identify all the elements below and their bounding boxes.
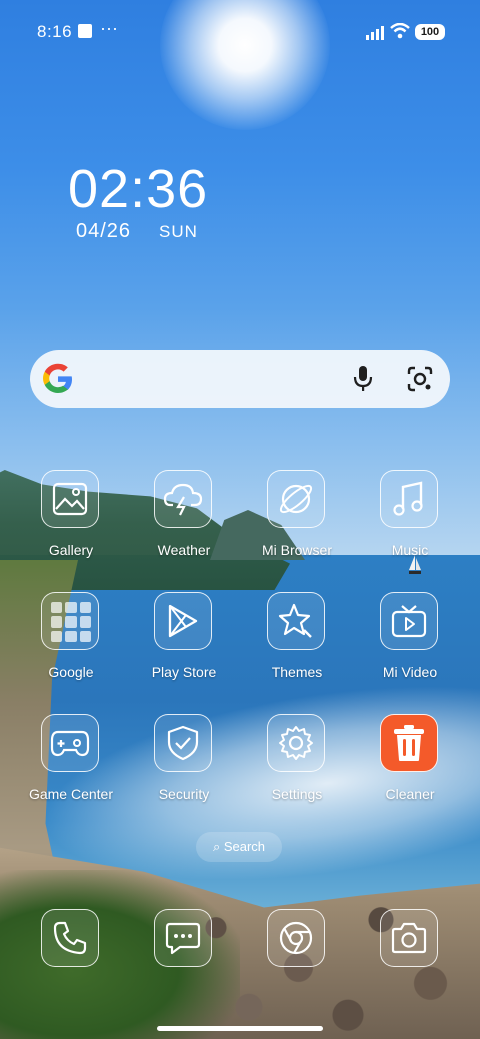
- themes-label: Themes: [271, 664, 323, 680]
- search-icon: ⌕: [212, 839, 221, 854]
- status-bar: 8:16 ··· 100: [0, 18, 480, 46]
- play-store-icon: [168, 604, 198, 638]
- weather-tile[interactable]: [154, 470, 212, 528]
- app-mi-browser[interactable]: Mi Browser: [242, 470, 352, 580]
- gallery-label: Gallery: [48, 542, 94, 558]
- mi-browser-tile[interactable]: [267, 470, 325, 528]
- gear-icon: [279, 726, 313, 760]
- phone-tile[interactable]: [41, 909, 99, 967]
- battery-indicator: 100: [415, 24, 445, 40]
- app-themes[interactable]: Themes: [242, 592, 352, 702]
- gamepad-icon: [50, 730, 90, 757]
- phone-icon: [53, 921, 87, 955]
- gallery-icon: [52, 482, 88, 516]
- app-mi-video[interactable]: Mi Video: [355, 592, 465, 702]
- app-play-store[interactable]: Play Store: [129, 592, 239, 702]
- home-search-label: Search: [223, 839, 266, 854]
- dock-chrome[interactable]: [242, 909, 352, 1019]
- google-folder-tile[interactable]: [41, 592, 99, 650]
- app-music[interactable]: Music: [355, 470, 465, 580]
- mi-video-label: Mi Video: [382, 664, 438, 680]
- gesture-home-bar[interactable]: [157, 1026, 323, 1031]
- chrome-icon: [279, 921, 313, 955]
- google-folder-label: Google: [48, 664, 94, 680]
- settings-label: Settings: [271, 786, 323, 802]
- dock-camera[interactable]: [355, 909, 465, 1019]
- app-settings[interactable]: Settings: [242, 714, 352, 824]
- cleaner-label: Cleaner: [385, 786, 435, 802]
- message-bubble-icon: [165, 922, 201, 955]
- play-store-tile[interactable]: [154, 592, 212, 650]
- folder-app-icons: [51, 602, 91, 642]
- music-label: Music: [391, 542, 429, 558]
- game-center-tile[interactable]: [41, 714, 99, 772]
- trash-can-icon: [394, 725, 424, 761]
- microphone-icon[interactable]: [352, 365, 374, 393]
- app-folder-google[interactable]: Google: [16, 592, 126, 702]
- app-gallery[interactable]: Gallery: [16, 470, 126, 580]
- google-lens-icon[interactable]: [406, 365, 434, 393]
- tv-play-icon: [391, 605, 427, 638]
- notification-icon: [78, 24, 92, 38]
- app-game-center[interactable]: Game Center: [16, 714, 126, 824]
- planet-icon: [279, 484, 313, 514]
- signal-icon: [366, 26, 384, 40]
- camera-tile[interactable]: [380, 909, 438, 967]
- google-search-bar[interactable]: [30, 350, 450, 408]
- dock-messages[interactable]: [129, 909, 239, 1019]
- camera-icon: [391, 922, 427, 954]
- google-logo-icon: [43, 363, 72, 393]
- game-center-label: Game Center: [28, 786, 114, 802]
- security-tile[interactable]: [154, 714, 212, 772]
- app-security[interactable]: Security: [129, 714, 239, 824]
- settings-tile[interactable]: [267, 714, 325, 772]
- weather-label: Weather: [157, 542, 211, 558]
- wifi-icon: [390, 23, 410, 39]
- clock-time: 02:36: [68, 159, 209, 219]
- music-tile[interactable]: [380, 470, 438, 528]
- security-label: Security: [158, 786, 210, 802]
- more-notifications-icon: ···: [100, 18, 118, 38]
- star-brush-icon: [278, 603, 312, 638]
- music-note-icon: [393, 481, 423, 516]
- home-search-button[interactable]: ⌕ Search: [196, 832, 282, 862]
- dock-phone[interactable]: [16, 909, 126, 1019]
- shield-check-icon: [167, 725, 199, 761]
- chrome-tile[interactable]: [267, 909, 325, 967]
- messages-tile[interactable]: [154, 909, 212, 967]
- weather-cloud-lightning-icon: [163, 483, 203, 516]
- gallery-tile[interactable]: [41, 470, 99, 528]
- app-cleaner[interactable]: Cleaner: [355, 714, 465, 824]
- mi-browser-label: Mi Browser: [261, 542, 332, 558]
- themes-tile[interactable]: [267, 592, 325, 650]
- mi-video-tile[interactable]: [380, 592, 438, 650]
- play-store-label: Play Store: [151, 664, 217, 680]
- app-weather[interactable]: Weather: [129, 470, 239, 580]
- clock-day: SUN: [159, 222, 198, 241]
- clock-date: 04/26: [76, 220, 132, 242]
- cleaner-tile[interactable]: [380, 714, 438, 772]
- status-time: 8:16: [37, 22, 73, 41]
